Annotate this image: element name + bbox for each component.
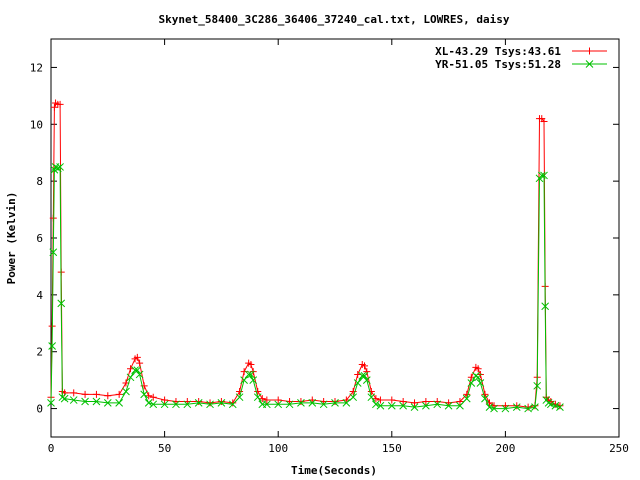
data-point — [524, 403, 532, 411]
x-tick-label: 250 — [609, 442, 629, 455]
data-point — [472, 372, 480, 380]
y-tick-label: 8 — [36, 175, 43, 188]
series-1 — [47, 99, 564, 411]
series-line — [50, 102, 561, 408]
series-layer — [47, 99, 564, 413]
data-point — [513, 402, 521, 410]
legend-label: XL-43.29 Tsys:43.61 — [435, 45, 561, 58]
data-point — [70, 389, 78, 397]
data-point — [122, 387, 130, 396]
data-point — [140, 390, 149, 399]
y-tick-label: 0 — [36, 403, 43, 416]
x-tick-label: 0 — [48, 442, 55, 455]
data-point — [388, 396, 396, 404]
data-point — [229, 399, 237, 407]
y-tick-label: 2 — [36, 346, 43, 359]
y-tick-label: 10 — [30, 118, 43, 131]
legend-label: YR-51.05 Tsys:51.28 — [435, 58, 561, 71]
series-line — [50, 165, 561, 410]
data-point — [331, 397, 339, 405]
data-point — [104, 392, 112, 400]
chart-title: Skynet_58400_3C286_36406_37240_cal.txt, … — [159, 13, 510, 26]
x-tick-label: 150 — [382, 442, 402, 455]
series-2 — [47, 163, 564, 413]
data-point — [206, 399, 214, 407]
y-tick-label: 4 — [36, 289, 43, 302]
data-point — [297, 397, 305, 405]
x-axis-label: Time(Seconds) — [291, 464, 377, 477]
x-tick-label: 100 — [268, 442, 288, 455]
data-point — [240, 368, 248, 376]
y-tick-label: 12 — [30, 61, 43, 74]
legend: XL-43.29 Tsys:43.61YR-51.05 Tsys:51.28 — [435, 45, 607, 71]
x-tick-label: 200 — [495, 442, 515, 455]
x-axis-ticks: 0 50 100 150 200 250 — [48, 39, 629, 455]
y-axis-label: Power (Kelvin) — [5, 192, 18, 285]
y-tick-label: 6 — [36, 232, 43, 245]
data-point — [92, 390, 100, 398]
x-tick-label: 50 — [158, 442, 171, 455]
data-point — [149, 393, 157, 401]
y-axis-ticks: 0 2 4 6 8 10 12 — [30, 61, 619, 416]
data-point — [195, 397, 203, 405]
data-point — [586, 47, 593, 55]
data-point — [217, 397, 225, 405]
data-point — [81, 390, 89, 398]
data-point — [115, 390, 123, 398]
line-chart: Skynet_58400_3C286_36406_37240_cal.txt, … — [5, 13, 629, 477]
